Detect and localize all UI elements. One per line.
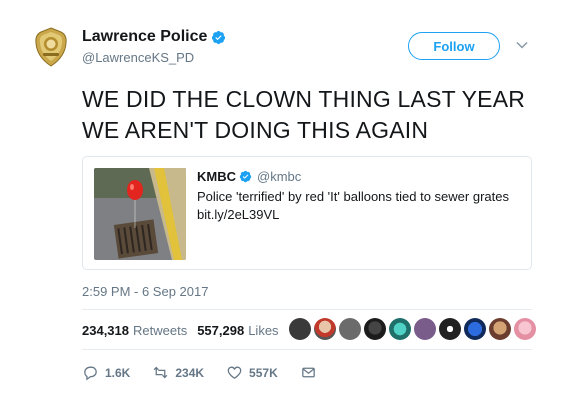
quote-thumbnail[interactable] <box>94 168 186 260</box>
chevron-down-icon[interactable] <box>515 38 529 52</box>
author-name-row[interactable]: Lawrence Police <box>82 28 226 46</box>
tweet-card: Lawrence Police @LawrenceKS_PD Follow WE… <box>0 0 564 404</box>
follow-button[interactable]: Follow <box>408 32 500 60</box>
author-name[interactable]: Lawrence Police <box>82 28 207 46</box>
liker-avatars[interactable] <box>289 318 539 340</box>
liker-avatar[interactable] <box>389 318 411 340</box>
quote-link[interactable]: bit.ly/2eL39VL <box>197 206 527 224</box>
tweet-text-line: WE AREN'T DOING THIS AGAIN <box>82 117 429 143</box>
author-handle[interactable]: @LawrenceKS_PD <box>82 50 194 65</box>
quote-author-handle[interactable]: @kmbc <box>257 169 301 184</box>
liker-avatar[interactable] <box>439 318 461 340</box>
reply-button[interactable]: 1.6K <box>82 364 130 381</box>
divider <box>82 349 532 350</box>
reply-icon <box>84 366 97 381</box>
quoted-tweet[interactable]: KMBC @kmbc Police 'terrified' by red 'It… <box>82 156 532 270</box>
engagement-stats: 234,318 Retweets 557,298 Likes <box>82 323 279 338</box>
quote-text: Police 'terrified' by red 'It' balloons … <box>197 189 509 204</box>
reply-count: 1.6K <box>105 365 131 380</box>
liker-avatar[interactable] <box>339 318 361 340</box>
liker-avatar[interactable] <box>289 318 311 340</box>
retweet-total[interactable]: 234,318 <box>82 323 129 338</box>
like-button[interactable]: 557K <box>226 364 278 381</box>
quote-author-name[interactable]: KMBC <box>197 169 236 184</box>
like-total-label[interactable]: Likes <box>248 323 278 338</box>
verified-icon <box>212 30 226 44</box>
direct-message-button[interactable] <box>300 364 317 381</box>
police-badge-icon[interactable] <box>34 27 68 67</box>
retweet-icon <box>154 366 168 379</box>
liker-avatar[interactable] <box>464 318 486 340</box>
liker-avatar[interactable] <box>314 318 336 340</box>
tweet-timestamp[interactable]: 2:59 PM - 6 Sep 2017 <box>82 284 208 299</box>
message-icon <box>301 367 315 378</box>
liker-avatar[interactable] <box>514 318 536 340</box>
quote-body: KMBC @kmbc Police 'terrified' by red 'It… <box>197 169 527 224</box>
liker-avatar[interactable] <box>364 318 386 340</box>
retweet-button[interactable]: 234K <box>152 364 204 381</box>
tweet-text-line: WE DID THE CLOWN THING LAST YEAR <box>82 86 526 112</box>
tweet-text: WE DID THE CLOWN THING LAST YEAR WE AREN… <box>82 84 542 146</box>
retweet-count: 234K <box>175 365 205 380</box>
like-count: 557K <box>249 365 278 380</box>
retweet-total-label[interactable]: Retweets <box>133 323 187 338</box>
verified-icon <box>239 170 252 183</box>
liker-avatar[interactable] <box>489 318 511 340</box>
like-icon <box>227 366 242 379</box>
like-total[interactable]: 557,298 <box>197 323 244 338</box>
liker-avatar[interactable] <box>414 318 436 340</box>
divider <box>82 309 532 310</box>
tweet-actions: 1.6K 234K 557K <box>82 364 339 381</box>
